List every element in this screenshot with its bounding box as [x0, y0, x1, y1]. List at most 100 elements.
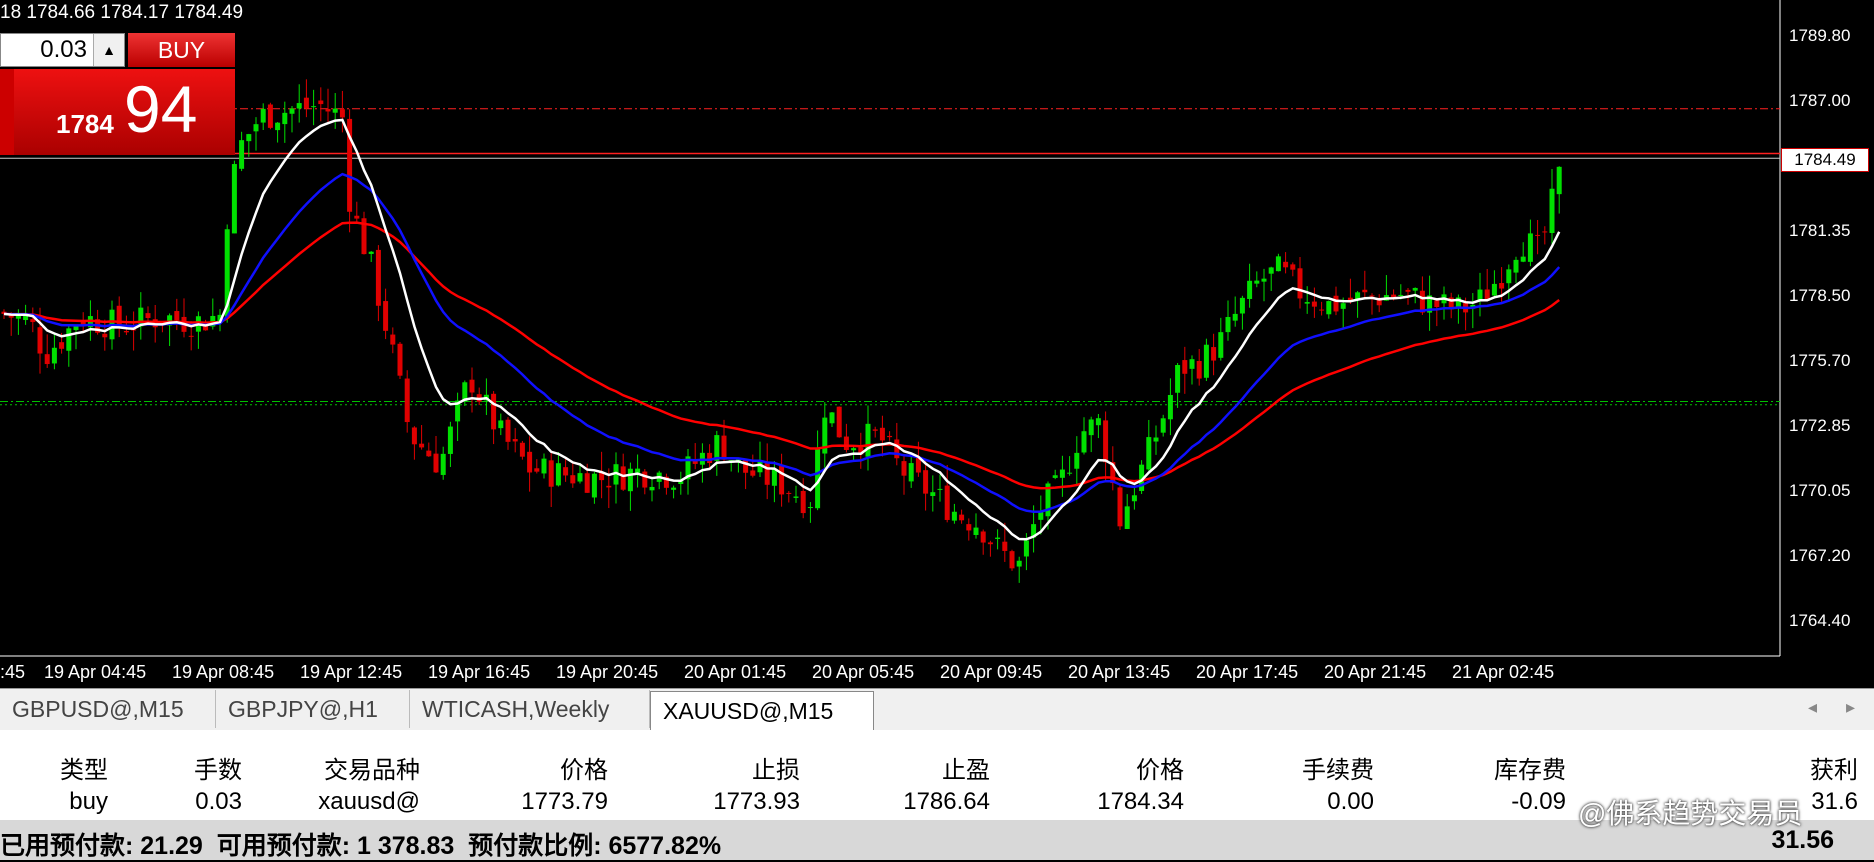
- price-axis-label: 1770.05: [1789, 481, 1851, 500]
- candle-body: [843, 436, 849, 450]
- candle-body: [548, 460, 554, 487]
- table-header[interactable]: 价格: [1136, 750, 1184, 785]
- candle-body: [519, 442, 525, 457]
- candle-body: [908, 463, 914, 482]
- candle-body: [1203, 344, 1209, 378]
- time-axis-label: 19 Apr 20:45: [556, 662, 659, 682]
- candle-body: [1290, 264, 1296, 270]
- buy-price-button[interactable]: 1784 94: [0, 69, 235, 155]
- price-axis-label: 1781.35: [1789, 221, 1851, 240]
- candle-body: [944, 485, 950, 520]
- tab-scroll-right-icon[interactable]: ▸: [1846, 697, 1855, 718]
- ohlc-readout: 18 1784.66 1784.17 1784.49: [0, 2, 244, 23]
- candle-body: [1160, 418, 1166, 433]
- table-header[interactable]: 类型: [60, 750, 108, 785]
- candle-body: [627, 468, 633, 492]
- candle-body: [901, 461, 907, 476]
- candle-body: [649, 486, 655, 491]
- candle-body: [1520, 256, 1526, 262]
- table-header[interactable]: 止损: [752, 750, 800, 785]
- tab-wticash-weekly[interactable]: WTICASH,Weekly: [410, 690, 650, 728]
- buy-button[interactable]: BUY: [128, 33, 235, 67]
- candle-body: [973, 527, 979, 535]
- candle-body: [289, 108, 295, 114]
- candle-body: [37, 327, 43, 354]
- candle-body: [267, 104, 273, 128]
- price-axis-label: 1764.40: [1789, 611, 1851, 630]
- lot-increase-arrow-icon[interactable]: ▲: [93, 34, 124, 66]
- time-axis-label: 21 Apr 02:45: [1452, 662, 1555, 682]
- price-axis-label: 1772.85: [1789, 416, 1851, 435]
- time-axis-label: 19 Apr 08:45: [172, 662, 275, 682]
- candle-body: [1261, 278, 1267, 282]
- time-axis-label: 19 Apr 04:45: [44, 662, 147, 682]
- table-header[interactable]: 交易品种: [324, 750, 420, 785]
- table-cell: 0.03: [195, 788, 242, 815]
- candle-body: [829, 412, 835, 424]
- buy-price-suffix: 94: [124, 72, 198, 146]
- candle-body: [959, 514, 965, 521]
- candle-body: [980, 531, 986, 543]
- candle-body: [1304, 302, 1310, 304]
- candle-body: [1124, 506, 1130, 529]
- table-header[interactable]: 获利: [1810, 750, 1858, 785]
- candle-body: [188, 335, 194, 337]
- candle-body: [51, 347, 57, 364]
- candle-body: [1542, 231, 1548, 233]
- tab-scroll-left-icon[interactable]: ◂: [1808, 697, 1817, 718]
- candle-body: [282, 112, 288, 125]
- candle-body: [59, 342, 65, 349]
- candle-body: [879, 427, 885, 441]
- candle-body: [1254, 280, 1260, 284]
- candle-body: [987, 542, 993, 545]
- watermark-text: @佛系趋势交易员: [1578, 798, 1803, 829]
- candle-body: [1275, 256, 1281, 272]
- candle-body: [512, 439, 518, 442]
- time-axis-label: 20 Apr 13:45: [1068, 662, 1171, 682]
- candle-body: [174, 311, 180, 321]
- table-header[interactable]: 手续费: [1302, 750, 1374, 785]
- candle-body: [491, 393, 497, 430]
- table-header[interactable]: 手数: [194, 750, 242, 785]
- table-cell: 0.00: [1327, 788, 1374, 815]
- candle-body: [1247, 280, 1253, 299]
- candle-body: [1016, 560, 1022, 567]
- tab-gbpusd-m15[interactable]: GBPUSD@,M15: [0, 690, 216, 728]
- candle-body: [1326, 301, 1332, 315]
- candle-body: [1405, 289, 1411, 292]
- table-header[interactable]: 止盈: [942, 750, 990, 785]
- candle-body: [102, 333, 108, 338]
- candle-body: [1131, 495, 1137, 502]
- candle-body: [555, 463, 561, 486]
- price-chart[interactable]: [0, 0, 1874, 688]
- candle-body: [239, 140, 245, 169]
- candle-body: [44, 354, 50, 365]
- candle-body: [447, 426, 453, 454]
- candle-body: [764, 462, 770, 485]
- table-cell: buy: [69, 788, 108, 815]
- chart-area[interactable]: 18 1784.66 1784.17 1784.49 ▲ BUY 1784 94…: [0, 0, 1874, 688]
- candle-body: [404, 378, 410, 423]
- candle-body: [1369, 295, 1375, 297]
- lot-size-input[interactable]: [1, 34, 93, 66]
- table-cell: 1786.64: [903, 788, 990, 815]
- table-header[interactable]: 价格: [560, 750, 608, 785]
- table-cell: 1773.93: [713, 788, 800, 815]
- table-header[interactable]: 库存费: [1494, 750, 1566, 785]
- candle-body: [1067, 472, 1073, 474]
- chart-tab-bar: GBPUSD@,M15 GBPJPY@,H1 WTICASH,Weekly XAUUS…: [0, 688, 1874, 731]
- candle-body: [440, 453, 446, 475]
- candle-body: [253, 124, 259, 132]
- candle-body: [66, 328, 72, 351]
- tab-xauusd-m15[interactable]: XAUUSD@,M15: [650, 691, 874, 731]
- candle-body: [1211, 347, 1217, 361]
- price-axis-label: 1787.00: [1789, 91, 1851, 110]
- candle-body: [836, 406, 842, 438]
- tab-gbpjpy-h1[interactable]: GBPJPY@,H1: [216, 690, 410, 728]
- table-cell: 1784.34: [1097, 788, 1184, 815]
- candle-body: [1362, 289, 1368, 293]
- candle-body: [865, 423, 871, 457]
- candle-body: [73, 326, 79, 331]
- candle-body: [1059, 469, 1065, 478]
- candle-body: [930, 492, 936, 496]
